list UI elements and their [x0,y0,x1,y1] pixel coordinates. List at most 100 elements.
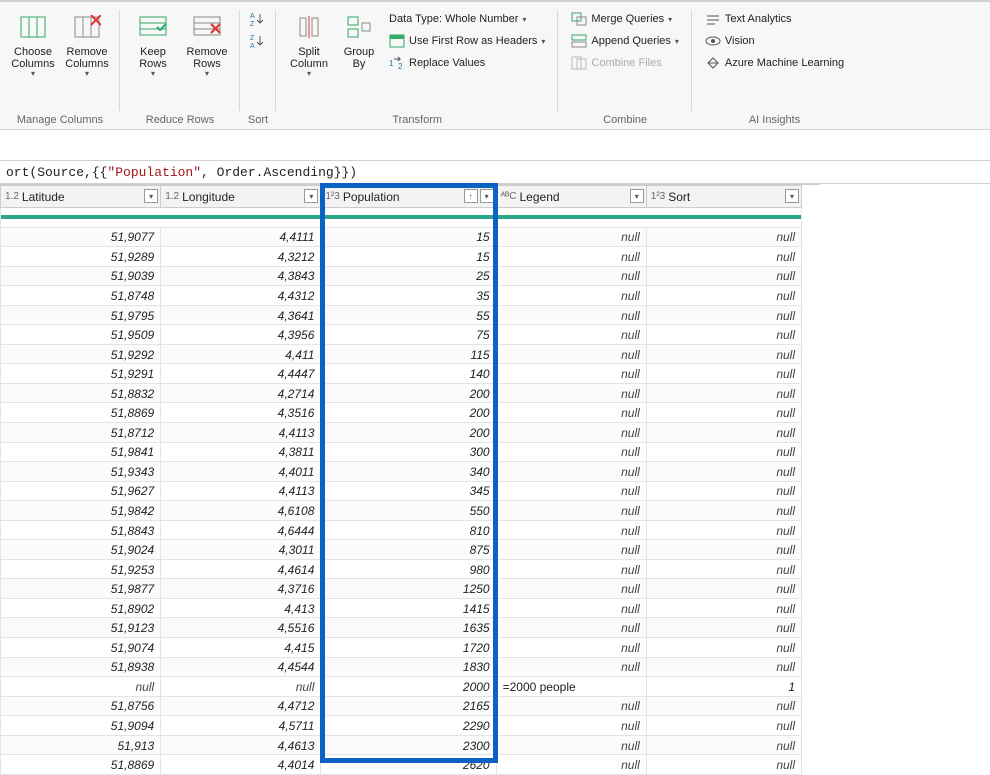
cell[interactable]: 51,8843 [1,520,161,540]
cell[interactable]: null [496,247,646,267]
cell[interactable]: null [646,442,801,462]
append-queries-button[interactable]: Append Queries ▾ [566,30,684,52]
cell[interactable]: 51,9292 [1,344,161,364]
cell[interactable]: null [646,735,801,755]
cell[interactable]: null [1,677,161,697]
cell[interactable]: 51,8869 [1,403,161,423]
table-row[interactable]: 51,98414,3811300nullnull [1,442,802,462]
cell[interactable]: 4,6108 [161,501,321,521]
cell[interactable]: =2000 people [496,677,646,697]
cell[interactable]: 51,9094 [1,716,161,736]
cell[interactable]: 4,411 [161,344,321,364]
remove-rows-button[interactable]: Remove Rows ▾ [180,8,234,104]
cell[interactable]: null [646,227,801,247]
cell[interactable]: 4,4447 [161,364,321,384]
sort-desc-button[interactable]: ZA [245,30,271,52]
cell[interactable]: 4,3212 [161,247,321,267]
cell[interactable]: null [496,383,646,403]
cell[interactable]: null [646,657,801,677]
cell[interactable]: 1720 [321,638,496,658]
table-row[interactable]: 51,92534,4614980nullnull [1,559,802,579]
cell[interactable]: 25 [321,266,496,286]
table-row[interactable]: 51,90244,3011875nullnull [1,540,802,560]
cell[interactable]: null [646,559,801,579]
cell[interactable]: 4,4111 [161,227,321,247]
cell[interactable]: 550 [321,501,496,521]
column-header-latitude[interactable]: 1.2Latitude▾ [1,186,161,208]
formula-bar[interactable]: ort(Source,{{"Population", Order.Ascendi… [0,160,990,184]
cell[interactable]: null [646,716,801,736]
cell[interactable]: 4,4614 [161,559,321,579]
cell[interactable]: 4,413 [161,598,321,618]
cell[interactable]: 4,4113 [161,481,321,501]
cell[interactable]: 4,2714 [161,383,321,403]
cell[interactable]: 35 [321,286,496,306]
cell[interactable]: 4,5516 [161,618,321,638]
keep-rows-button[interactable]: Keep Rows ▾ [126,8,180,104]
cell[interactable]: 51,9123 [1,618,161,638]
cell[interactable]: 51,9074 [1,638,161,658]
cell[interactable]: 51,9841 [1,442,161,462]
cell[interactable]: 51,9795 [1,305,161,325]
filter-dropdown-icon[interactable]: ▾ [144,189,158,203]
table-row[interactable]: 51,90394,384325nullnull [1,266,802,286]
filter-dropdown-icon[interactable]: ▾ [630,189,644,203]
cell[interactable]: 1635 [321,618,496,638]
cell[interactable]: 4,3843 [161,266,321,286]
cell[interactable]: null [496,305,646,325]
split-column-button[interactable]: Split Column ▾ [282,8,336,104]
cell[interactable]: null [496,423,646,443]
cell[interactable]: 4,3811 [161,442,321,462]
cell[interactable]: 4,4014 [161,755,321,775]
cell[interactable]: null [646,598,801,618]
cell[interactable]: 4,5711 [161,716,321,736]
table-row[interactable]: 51,88694,3516200nullnull [1,403,802,423]
cell[interactable]: 51,913 [1,735,161,755]
cell[interactable]: null [646,520,801,540]
cell[interactable]: 810 [321,520,496,540]
table-row[interactable]: 51,91234,55161635nullnull [1,618,802,638]
cell[interactable]: null [646,383,801,403]
cell[interactable]: 51,9289 [1,247,161,267]
table-row[interactable]: 51,88324,2714200nullnull [1,383,802,403]
remove-columns-button[interactable]: Remove Columns ▾ [60,8,114,104]
choose-columns-button[interactable]: Choose Columns ▾ [6,8,60,104]
cell[interactable]: 980 [321,559,496,579]
cell[interactable]: 1250 [321,579,496,599]
cell[interactable]: 51,9291 [1,364,161,384]
cell[interactable]: 1830 [321,657,496,677]
cell[interactable]: null [646,462,801,482]
table-row[interactable]: 51,97954,364155nullnull [1,305,802,325]
cell[interactable]: null [496,344,646,364]
cell[interactable]: 1415 [321,598,496,618]
table-row[interactable]: 51,87484,431235nullnull [1,286,802,306]
cell[interactable]: null [646,344,801,364]
cell[interactable]: null [646,618,801,638]
cell[interactable]: 4,4613 [161,735,321,755]
table-row[interactable]: 51,98774,37161250nullnull [1,579,802,599]
column-header-legend[interactable]: ᴬᴮCLegend▾ [496,186,646,208]
cell[interactable]: null [646,266,801,286]
cell[interactable]: null [496,266,646,286]
cell[interactable]: null [646,423,801,443]
cell[interactable]: 4,3956 [161,325,321,345]
cell[interactable]: null [496,638,646,658]
cell[interactable]: null [496,618,646,638]
cell[interactable]: 51,9509 [1,325,161,345]
table-row[interactable]: 51,88694,40142620nullnull [1,755,802,775]
cell[interactable]: 51,9077 [1,227,161,247]
azure-ml-button[interactable]: Azure Machine Learning [700,52,849,74]
table-row[interactable]: 51,90774,411115nullnull [1,227,802,247]
cell[interactable]: 4,4312 [161,286,321,306]
cell[interactable]: null [646,325,801,345]
cell[interactable]: null [646,696,801,716]
cell[interactable]: null [496,364,646,384]
cell[interactable]: null [646,403,801,423]
cell[interactable]: null [496,540,646,560]
cell[interactable]: 51,8748 [1,286,161,306]
cell[interactable]: 51,8902 [1,598,161,618]
cell[interactable]: 2000 [321,677,496,697]
cell[interactable]: null [646,305,801,325]
cell[interactable]: 4,3716 [161,579,321,599]
table-row[interactable]: 51,89384,45441830nullnull [1,657,802,677]
